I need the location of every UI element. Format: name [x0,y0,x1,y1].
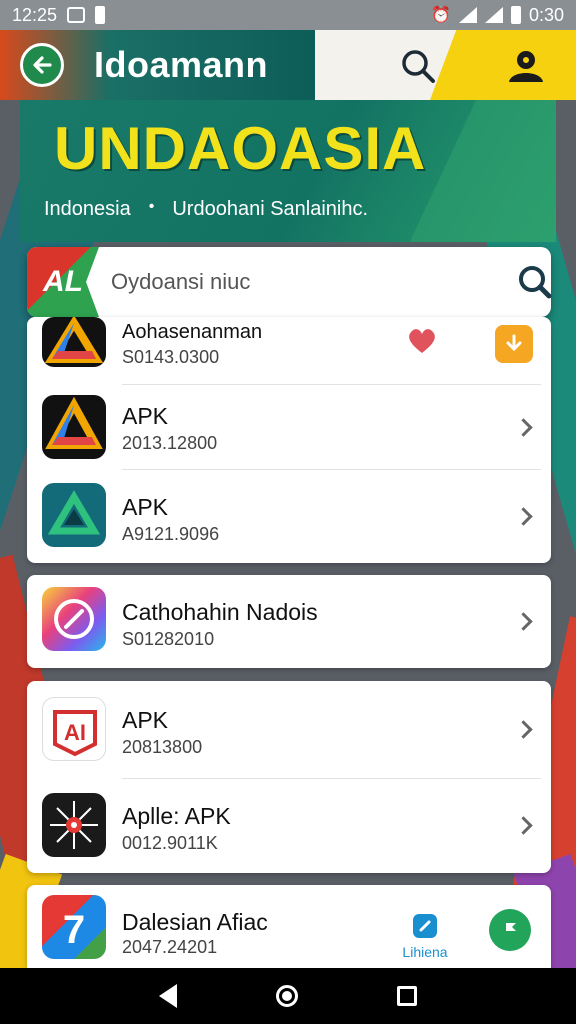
status-time-right: 0:30 [528,4,564,25]
app-name: Cathohahin Nadois [122,599,318,625]
search-icon [402,50,435,83]
hero-banner: UNDAOASIA Indonesia • Urdoohani Sanlaini… [20,100,556,242]
app-version: S0143.0300 [122,347,220,367]
sd-card-icon [95,6,106,24]
search-icon [519,266,552,299]
svg-text:AI: AI [64,720,86,745]
drive-triangle-icon [42,317,106,367]
user-icon [509,51,543,82]
list-item[interactable]: Aplle: APK 0012.9011K [27,779,551,873]
separator-dot: • [148,198,155,215]
wifi-icon [458,7,477,23]
search-submit-button[interactable] [515,262,555,302]
drive-triangle-icon [42,395,106,459]
back-button[interactable] [20,43,64,87]
app-name: Aplle: APK [122,803,231,829]
action-label: Lihiena [402,944,448,960]
app-list-card: Cathohahin Nadois S01282010 [27,575,551,668]
app-name: Aohasenanman [122,321,263,343]
list-item[interactable]: 7 Dalesian Afiac 2047.24201 Lihiena [27,885,551,968]
battery-icon [510,6,521,24]
search-button[interactable] [398,46,438,86]
nav-recents-icon[interactable] [396,986,417,1006]
chevron-right-icon [517,421,533,437]
app-list-card: AI APK 20813800 Aplle: APK 0012.9011K [27,681,551,873]
banner-subtitle-right: Urdoohani Sanlainihc. [172,198,369,220]
list-item[interactable]: Cathohahin Nadois S01282010 [27,575,551,668]
app-name: APK [122,403,169,429]
lihiena-button[interactable]: Lihiena [395,913,455,960]
app-name: APK [122,707,169,733]
list-item[interactable]: AI APK 20813800 [27,681,551,779]
info-icon [413,914,437,938]
list-item[interactable]: APK 2013.12800 [27,385,551,470]
profile-button[interactable] [504,44,548,88]
app-version: 20813800 [122,737,203,757]
compass-star-icon [42,793,106,857]
download-badge[interactable] [495,325,533,363]
list-item[interactable]: Aohasenanman S0143.0300 [27,317,551,385]
pin-icon [506,923,516,939]
location-button[interactable] [489,909,531,951]
app-bar: Idoamann [0,30,576,100]
alarm-icon: ⏰ [431,7,451,24]
status-time-left: 12:25 [12,4,58,25]
chevron-right-icon [517,615,533,631]
svg-text:7: 7 [63,908,85,952]
status-bar: 12:25 ⏰ 0:30 [0,0,576,30]
app-name: APK [122,494,169,520]
nav-home-icon[interactable] [275,985,298,1007]
app-list-card: 7 Dalesian Afiac 2047.24201 Lihiena [27,885,551,968]
chevron-right-icon [517,819,533,835]
colorful-a-icon: 7 [42,895,106,959]
search-input[interactable] [111,263,471,301]
green-triangle-icon [42,483,106,547]
app-title: Idoamann [94,44,269,85]
system-navigation-bar [0,968,576,1024]
rainbow-circle-icon [42,587,106,651]
app-version: 2047.24201 [122,937,218,957]
app-list-card: Aohasenanman S0143.0300 APK 2013.12800 A… [27,317,551,563]
nav-back-icon[interactable] [159,984,178,1008]
app-version: 0012.9011K [122,833,218,853]
banner-subtitle-left: Indonesia [44,198,131,220]
signal-icon [484,7,503,23]
heart-icon[interactable] [407,327,437,355]
chevron-right-icon [517,723,533,739]
app-version: 2013.12800 [122,433,218,453]
app-version: A9121.9096 [122,524,220,544]
camera-notification-icon [67,7,86,23]
download-icon [506,334,522,352]
search-bar: AL [27,247,552,317]
app-version: S01282010 [122,629,215,649]
banner-title: UNDAOASIA [54,115,427,182]
list-item[interactable]: APK A9121.9096 [27,470,551,555]
chevron-right-icon [517,510,533,526]
brand-logo: AL [27,247,99,317]
arrow-left-icon [33,56,52,74]
red-emblem-icon: AI [42,697,106,761]
app-name: Dalesian Afiac [122,909,268,935]
